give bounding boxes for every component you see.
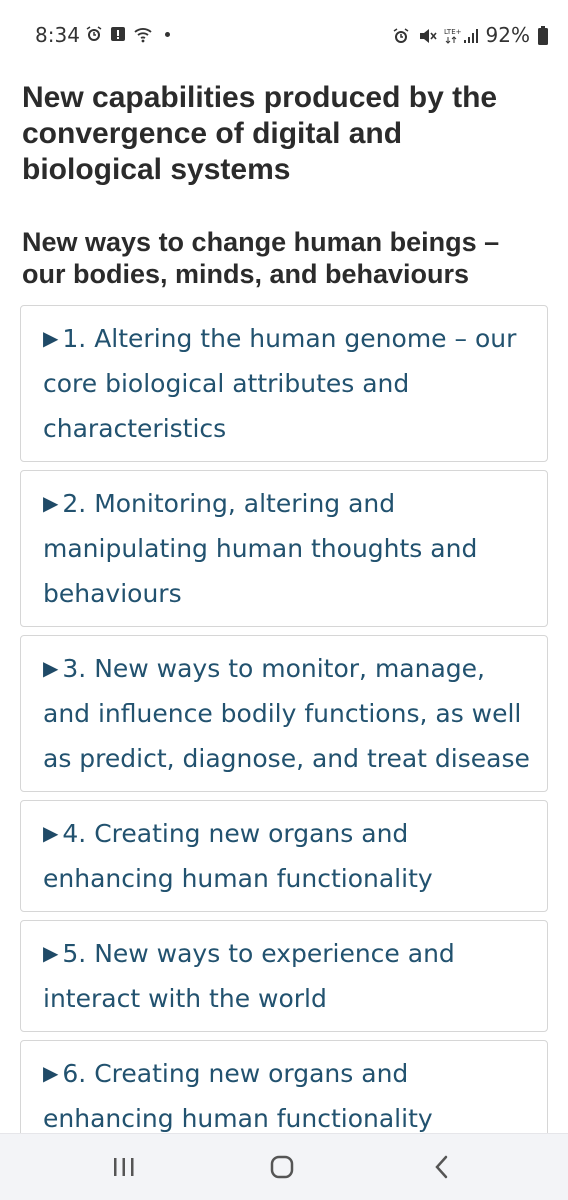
accordion-label: 2. Monitoring, altering and manipulating… [43, 489, 478, 608]
accordion-item-2[interactable]: ▶ 2. Monitoring, altering and manipulatin… [20, 470, 548, 627]
home-icon [262, 1155, 302, 1186]
alarm-icon [85, 25, 103, 43]
status-time: 8:34 [35, 23, 80, 47]
expand-triangle-icon: ▶ [43, 941, 59, 965]
notification-dot-icon [165, 31, 170, 37]
wifi-icon [133, 25, 152, 43]
back-button[interactable] [422, 1152, 462, 1182]
mute-icon [418, 26, 437, 44]
recents-button[interactable] [104, 1152, 144, 1182]
page-title: New capabilities produced by the converg… [22, 81, 498, 186]
battery-icon [538, 26, 548, 45]
accordion-label: 6. Creating new organs and enhancing hum… [43, 1059, 433, 1133]
alarm-icon [392, 26, 410, 44]
lte-signal-icon: LTE+ [444, 26, 478, 44]
expand-triangle-icon: ▶ [43, 326, 59, 350]
accordion-label: 3. New ways to monitor, manage, and infl… [43, 654, 530, 773]
back-icon [422, 1155, 462, 1186]
expand-triangle-icon: ▶ [43, 1061, 59, 1085]
navigation-bar [0, 1133, 568, 1200]
accordion-label: 4. Creating new organs and enhancing hum… [43, 819, 433, 893]
accordion-label: 5. New ways to experience and interact w… [43, 939, 455, 1013]
status-bar: 8:34 LTE+ 92% [0, 0, 568, 72]
accordion-list: ▶ 1. Altering the human genome – our core… [20, 305, 548, 1160]
accordion-item-5[interactable]: ▶ 5. New ways to experience and interact … [20, 920, 548, 1032]
section-heading: New ways to change human beings – our bo… [22, 227, 500, 289]
home-button[interactable] [262, 1152, 302, 1182]
recents-icon [104, 1158, 144, 1186]
status-right-icons: LTE+ 92% [392, 23, 548, 47]
alert-icon [109, 25, 127, 43]
accordion-label: 1. Altering the human genome – our core … [43, 324, 517, 443]
accordion-item-4[interactable]: ▶ 4. Creating new organs and enhancing hu… [20, 800, 548, 912]
expand-triangle-icon: ▶ [43, 821, 59, 845]
expand-triangle-icon: ▶ [43, 656, 59, 680]
accordion-item-3[interactable]: ▶ 3. New ways to monitor, manage, and inf… [20, 635, 548, 792]
svg-text:LTE+: LTE+ [444, 28, 462, 36]
accordion-item-1[interactable]: ▶ 1. Altering the human genome – our core… [20, 305, 548, 462]
status-left-icons [85, 25, 170, 43]
expand-triangle-icon: ▶ [43, 491, 59, 515]
battery-percent: 92% [485, 23, 530, 47]
